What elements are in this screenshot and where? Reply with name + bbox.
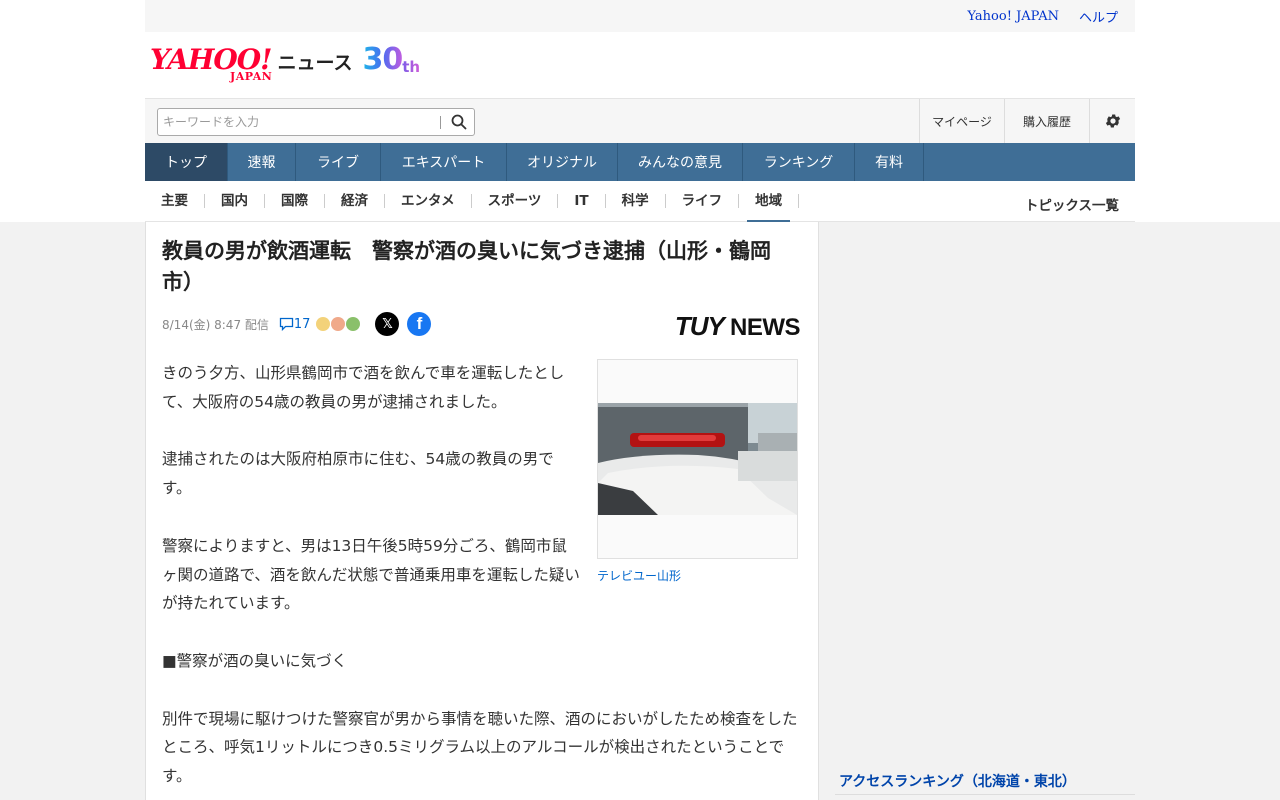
yahoo-news-logo[interactable]: YAHOO! JAPAN ニュース 30 th [150, 42, 421, 83]
category-tab[interactable]: 地域 [739, 194, 800, 223]
anniversary-th-mark: th [402, 58, 421, 76]
photo-caption[interactable]: テレビユー山形 [597, 567, 681, 584]
search-button[interactable] [448, 112, 470, 132]
category-tab[interactable]: IT [558, 194, 606, 208]
provider-logo[interactable]: TUY NEWS [674, 311, 801, 342]
article-paragraph: きのう夕方、山形県鶴岡市で酒を飲んで車を運転したとして、大阪府の54歳の教員の男… [162, 364, 565, 411]
nav-tab[interactable]: みんなの意見 [618, 143, 743, 181]
main-nav: トップ 速報 ライブ エキスパート オリジナル みんなの意見 ランキング 有料 [145, 143, 1135, 181]
category-tab[interactable]: 主要 [145, 194, 205, 208]
provider-logo-news: NEWS [730, 314, 801, 341]
provider-logo-tuy: TUY [674, 311, 725, 341]
logo-row: YAHOO! JAPAN ニュース 30 th [145, 32, 1135, 98]
publish-date: 8/14(金) 8:47 配信 [162, 317, 269, 332]
article-paragraph: 逮捕されたのは大阪府柏原市に住む、54歳の教員の男です。 [162, 450, 554, 498]
nav-tab[interactable]: ライブ [296, 143, 381, 181]
gear-icon [1105, 114, 1120, 128]
japan-wordmark: JAPAN [230, 70, 273, 83]
article-photo [598, 403, 797, 515]
nav-tab[interactable]: オリジナル [507, 143, 618, 181]
anniversary-30-mark: 30 [362, 42, 404, 77]
news-wordmark: ニュース [277, 52, 353, 74]
article-title: 教員の男が飲酒運転 警察が酒の臭いに気づき逮捕（山形・鶴岡市） [162, 239, 771, 294]
topics-list-link[interactable]: トピックス一覧 [1025, 194, 1119, 214]
comment-link[interactable]: 17 [279, 316, 311, 332]
article-subheading: ■警察が酒の臭いに気づく [162, 651, 348, 670]
article: 教員の男が飲酒運転 警察が酒の臭いに気づき逮捕（山形・鶴岡市） 8/14(金) … [145, 222, 819, 800]
comment-icon [279, 317, 294, 331]
category-tab[interactable]: 国内 [205, 194, 265, 208]
reaction-smile-icon [316, 317, 331, 331]
category-tab[interactable]: 経済 [325, 194, 385, 208]
reaction-clover-icon [346, 317, 361, 331]
search-input[interactable] [163, 110, 433, 134]
yahoo-japan-link[interactable]: Yahoo! JAPAN [967, 9, 1059, 24]
purchase-history-link[interactable]: 購入履歴 [1004, 99, 1089, 143]
nav-tab[interactable]: エキスパート [381, 143, 507, 181]
search-row: マイページ 購入履歴 [145, 98, 1135, 143]
category-tab[interactable]: ライフ [666, 194, 740, 208]
mypage-link[interactable]: マイページ [919, 99, 1004, 143]
category-nav: 主要 国内 国際 経済 エンタメ スポーツ IT 科学 ライフ 地域 トピックス一覧 [145, 181, 1135, 223]
nav-tab[interactable]: 速報 [228, 143, 296, 181]
reaction-icons[interactable] [316, 317, 361, 331]
search-icon [451, 114, 467, 130]
facebook-logo-icon: f [416, 314, 423, 333]
search-divider [440, 116, 441, 129]
share-facebook-button[interactable]: f [407, 312, 432, 336]
article-paragraph: 警察によりますと、男は13日午後5時59分ごろ、鶴岡市鼠ヶ関の道路で、酒を飲んだ… [162, 536, 580, 613]
account-links: マイページ 購入履歴 [919, 99, 1135, 143]
nav-tab[interactable]: 有料 [855, 143, 924, 181]
search-box [157, 108, 475, 136]
article-meta: 8/14(金) 8:47 配信 17 𝕏 f [162, 312, 432, 336]
nav-tab[interactable]: トップ [145, 143, 228, 181]
category-tab[interactable]: 科学 [606, 194, 666, 208]
category-tab[interactable]: エンタメ [385, 194, 472, 208]
settings-button[interactable] [1089, 99, 1135, 143]
article-paragraph: 別件で現場に駆けつけた警察官が男から事情を聴いた際、酒のにおいがしたため検査をし… [162, 709, 798, 786]
nav-tab[interactable]: ランキング [743, 143, 855, 181]
category-tab[interactable]: 国際 [265, 194, 325, 208]
share-x-button[interactable]: 𝕏 [375, 312, 400, 336]
utility-bar: Yahoo! JAPAN ヘルプ [145, 0, 1135, 32]
help-link[interactable]: ヘルプ [1079, 7, 1118, 26]
access-ranking-heading: アクセスランキング（北海道・東北） [839, 774, 1076, 790]
reaction-think-icon [331, 317, 346, 331]
article-photo-frame[interactable] [597, 359, 798, 559]
ranking-divider [835, 794, 1135, 795]
category-tab[interactable]: スポーツ [472, 194, 559, 208]
x-logo-icon: 𝕏 [382, 316, 393, 332]
comment-count: 17 [293, 316, 311, 332]
